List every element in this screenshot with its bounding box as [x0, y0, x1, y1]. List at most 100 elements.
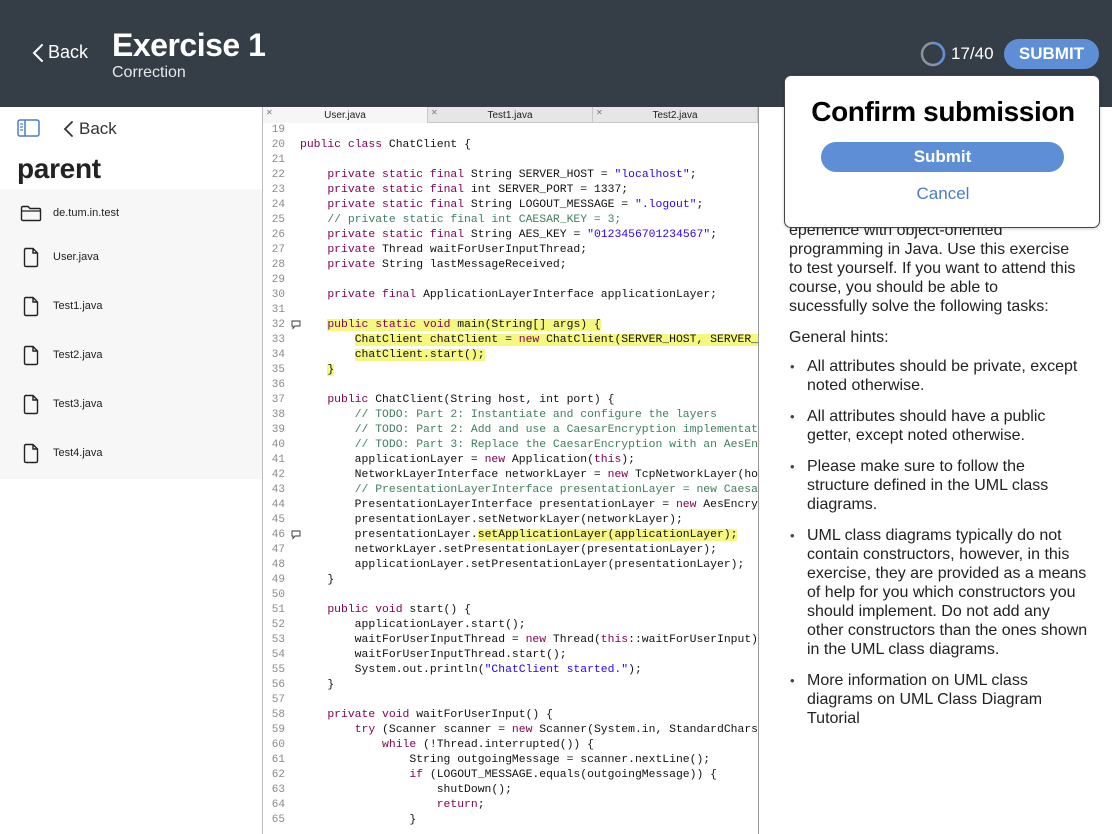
- code-text: private static final String AES_KEY = "0…: [327, 229, 718, 241]
- confirm-submit-button[interactable]: Submit: [821, 142, 1064, 172]
- code-text: private void waitForUserInput() {: [327, 709, 553, 721]
- file-icon: [20, 443, 42, 464]
- line-number: 37: [271, 394, 285, 406]
- chevron-left-icon: [63, 121, 73, 137]
- sidebar-back-button[interactable]: Back: [63, 119, 117, 139]
- code-line: 59 try (Scanner scanner = new Scanner(Sy…: [263, 723, 758, 738]
- line-number: 22: [271, 169, 285, 181]
- code-text: // TODO: Part 2: Instantiate and configu…: [354, 409, 717, 421]
- code-line: 45 presentationLayer.setNetworkLayer(net…: [263, 513, 758, 528]
- code-line: 41 applicationLayer = new Application(th…: [263, 453, 758, 468]
- code-line: 31: [263, 303, 758, 318]
- header-back-button[interactable]: Back: [32, 42, 88, 63]
- tree-item-file[interactable]: Test4.java: [0, 431, 262, 475]
- code-line: 25 // private static final int CAESAR_KE…: [263, 213, 758, 228]
- code-text: // private static final int CAESAR_KEY =…: [327, 214, 622, 226]
- code-line: 54 waitForUserInputThread.start();: [263, 648, 758, 663]
- close-icon[interactable]: ✕: [596, 108, 603, 117]
- code-line: 40 // TODO: Part 3: Replace the CaesarEn…: [263, 438, 758, 453]
- line-number: 45: [271, 514, 285, 526]
- line-number: 36: [271, 379, 285, 391]
- tab-test2-java[interactable]: ✕ Test2.java: [593, 107, 758, 123]
- code-text: applicationLayer.setPresentationLayer(pr…: [300, 559, 745, 571]
- code-text: chatClient.start();: [354, 349, 485, 361]
- tree-item-file[interactable]: Test3.java: [0, 382, 262, 426]
- code-line: 47 networkLayer.setPresentationLayer(pre…: [263, 543, 758, 558]
- line-number: 27: [271, 244, 285, 256]
- code-text: shutDown();: [300, 784, 512, 796]
- code-editor[interactable]: ✕ User.java ✕ Test1.java ✕ Test2.java 19…: [262, 107, 759, 834]
- line-number: 48: [271, 559, 285, 571]
- tab-label: Test2.java: [652, 109, 698, 121]
- code-text: }: [300, 574, 335, 586]
- line-number: 40: [271, 439, 285, 451]
- code-text: // PresentationLayerInterface presentati…: [354, 484, 759, 496]
- progress-text: 17/40: [951, 44, 994, 63]
- tree-item-label: Test3.java: [53, 398, 103, 410]
- sidebar-toggle-icon[interactable]: [17, 119, 40, 137]
- code-text: while (!Thread.interrupted()) {: [382, 739, 594, 751]
- code-text: // TODO: Part 2: Add and use a CaesarEnc…: [354, 424, 759, 436]
- instructions-intro: epenence with object-oriented programmin…: [789, 222, 1076, 315]
- code-line: 62 if (LOGOUT_MESSAGE.equals(outgoingMes…: [263, 768, 758, 783]
- line-number: 32: [271, 319, 285, 331]
- code-line: 52 applicationLayer.start();: [263, 618, 758, 633]
- line-number: 64: [271, 799, 285, 811]
- code-line: 49 }: [263, 573, 758, 588]
- tree-item-file[interactable]: Test2.java: [0, 333, 262, 377]
- line-number: 53: [271, 634, 285, 646]
- line-number: 49: [271, 574, 285, 586]
- code-line: 23 private static final int SERVER_PORT …: [263, 183, 758, 198]
- code-text: presentationLayer.setNetworkLayer(networ…: [300, 514, 683, 526]
- sidebar-back-label: Back: [79, 119, 117, 138]
- code-text: applicationLayer = new Application(this)…: [300, 454, 635, 466]
- line-number: 57: [271, 694, 285, 706]
- line-number: 44: [271, 499, 285, 511]
- code-line: 35 }: [263, 363, 758, 378]
- line-number: 52: [271, 619, 285, 631]
- page-subtitle: Correction: [112, 64, 186, 81]
- file-icon: [20, 394, 42, 415]
- tree-item-label: de.tum.in.test: [53, 207, 120, 219]
- tree-item-label: Test1.java: [53, 300, 103, 312]
- tree-item-file[interactable]: Test1.java: [0, 284, 262, 328]
- code-text: public void start() {: [327, 604, 471, 616]
- code-text: waitForUserInputThread.start();: [300, 649, 567, 661]
- line-number: 61: [271, 754, 285, 766]
- tab-user-java[interactable]: ✕ User.java: [263, 107, 428, 123]
- code-line: 46 presentationLayer.setApplicationLayer…: [263, 528, 758, 543]
- tree-item-file[interactable]: User.java: [0, 235, 262, 279]
- line-number: 58: [271, 709, 285, 721]
- line-number: 62: [271, 769, 285, 781]
- line-number: 29: [271, 274, 285, 286]
- code-line: 43 // PresentationLayerInterface present…: [263, 483, 759, 498]
- file-tree: de.tum.in.test User.java Test1.java Test…: [0, 189, 262, 479]
- tree-item-label: User.java: [53, 251, 99, 263]
- tree-item-package[interactable]: de.tum.in.test: [0, 191, 262, 235]
- line-number: 28: [271, 259, 285, 271]
- code-line: 64 return;: [263, 798, 758, 813]
- editor-tabs: ✕ User.java ✕ Test1.java ✕ Test2.java: [263, 107, 758, 123]
- line-number: 56: [271, 679, 285, 691]
- tab-label: Test1.java: [487, 109, 533, 121]
- code-text: return;: [436, 799, 485, 811]
- code-line: 60 while (!Thread.interrupted()) {: [263, 738, 758, 753]
- code-line: 34 chatClient.start();: [263, 348, 758, 363]
- code-line: 53 waitForUserInputThread = new Thread(t…: [263, 633, 758, 648]
- hint-item: Please make sure to follow the structure…: [789, 457, 1089, 514]
- progress-ring-icon: [920, 41, 946, 67]
- close-icon[interactable]: ✕: [266, 108, 273, 117]
- tab-test1-java[interactable]: ✕ Test1.java: [428, 107, 593, 123]
- code-text: private static final String SERVER_HOST …: [327, 169, 697, 181]
- code-text: ChatClient chatClient = new ChatClient(S…: [300, 333, 758, 348]
- code-line: 37 public ChatClient(String host, int po…: [263, 393, 758, 408]
- submit-button[interactable]: SUBMIT: [1004, 39, 1099, 69]
- code-line: 39 // TODO: Part 2: Add and use a Caesar…: [263, 423, 759, 438]
- code-text: }: [300, 679, 335, 691]
- title-block: Exercise 1 Correction: [112, 26, 266, 82]
- code-line: 33 ChatClient chatClient = new ChatClien…: [263, 333, 758, 348]
- cancel-button[interactable]: Cancel: [785, 184, 1101, 204]
- code-line: 20 public class ChatClient {: [263, 138, 758, 153]
- close-icon[interactable]: ✕: [431, 108, 438, 117]
- line-number: 63: [271, 784, 285, 796]
